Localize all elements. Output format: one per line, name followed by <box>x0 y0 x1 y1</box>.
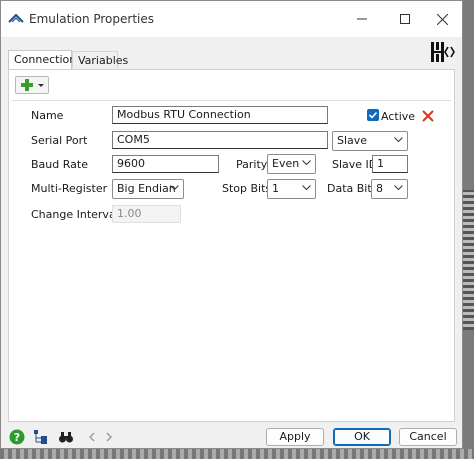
slave-id-input[interactable]: 1 <box>372 155 408 173</box>
chevron-down-icon <box>394 137 403 143</box>
stop-bits-select-value: 1 <box>272 182 279 195</box>
name-label: Name <box>31 109 64 122</box>
app-icon <box>8 13 24 23</box>
name-input[interactable]: Modbus RTU Connection <box>112 106 328 124</box>
parity-select[interactable]: Even <box>267 154 316 174</box>
multi-register-select-value: Big Endian <box>117 182 176 195</box>
emulation-properties-dialog: Emulation Properties Connections Variabl… <box>0 0 463 449</box>
multi-register-select[interactable]: Big Endian <box>112 179 184 199</box>
active-checkbox[interactable] <box>367 109 379 121</box>
toolbar-separator <box>11 100 451 101</box>
mode-select-value: Slave <box>337 134 368 147</box>
maximize-button[interactable] <box>385 1 425 37</box>
apply-button[interactable]: Apply <box>266 428 324 446</box>
tab-connections[interactable]: Connections <box>8 50 82 69</box>
tab-variables[interactable]: Variables <box>72 51 128 68</box>
window-title: Emulation Properties <box>29 12 155 26</box>
close-icon <box>436 13 448 25</box>
data-bits-select[interactable]: 8 <box>371 179 408 199</box>
close-button[interactable] <box>422 1 462 37</box>
mode-select[interactable]: Slave <box>332 131 408 151</box>
checkmark-icon <box>368 111 378 119</box>
add-icon <box>21 79 44 91</box>
forward-button[interactable] <box>100 428 118 446</box>
ok-button[interactable]: OK <box>333 428 391 446</box>
binoculars-icon <box>59 432 73 443</box>
slave-id-label: Slave ID <box>332 158 378 171</box>
back-button[interactable] <box>83 428 101 446</box>
serial-port-input[interactable]: COM5 <box>112 131 328 149</box>
parity-label: Parity <box>236 158 268 171</box>
delete-connection-icon[interactable] <box>421 109 435 123</box>
minimize-button[interactable] <box>342 1 382 37</box>
minimize-icon <box>357 18 367 20</box>
chevron-down-icon <box>302 185 311 191</box>
parity-select-value: Even <box>272 157 300 170</box>
background-texture <box>462 190 474 330</box>
svg-text:?: ? <box>14 431 20 444</box>
arrow-left-icon <box>89 432 95 442</box>
stop-bits-select[interactable]: 1 <box>267 179 316 199</box>
chevron-down-icon <box>394 185 403 191</box>
stop-bits-label: Stop Bits <box>222 182 272 195</box>
ladder-logic-logo-icon <box>431 42 455 62</box>
tree-structure-icon <box>34 430 47 444</box>
multi-register-label: Multi-Register <box>31 182 108 195</box>
active-label: Active <box>381 110 416 123</box>
data-bits-label: Data Bits <box>327 182 378 195</box>
data-bits-select-value: 8 <box>376 182 383 195</box>
change-interval-label: Change Interval <box>31 208 119 221</box>
add-connection-button[interactable] <box>15 76 49 94</box>
tree-view-button[interactable] <box>32 428 50 446</box>
background-texture-bottom <box>0 449 474 459</box>
cancel-button[interactable]: Cancel <box>399 428 457 446</box>
find-button[interactable] <box>57 428 75 446</box>
title-bar[interactable]: Emulation Properties <box>1 1 462 37</box>
serial-port-label: Serial Port <box>31 134 88 147</box>
change-interval-input[interactable]: 1.00 <box>112 205 181 223</box>
help-button[interactable]: ? <box>8 428 26 446</box>
chevron-down-icon <box>170 185 179 191</box>
chevron-down-icon <box>302 160 311 166</box>
help-icon: ? <box>9 429 25 445</box>
baud-rate-input[interactable]: 9600 <box>112 155 219 173</box>
maximize-icon <box>400 14 410 24</box>
arrow-right-icon <box>106 432 112 442</box>
baud-rate-label: Baud Rate <box>31 158 88 171</box>
